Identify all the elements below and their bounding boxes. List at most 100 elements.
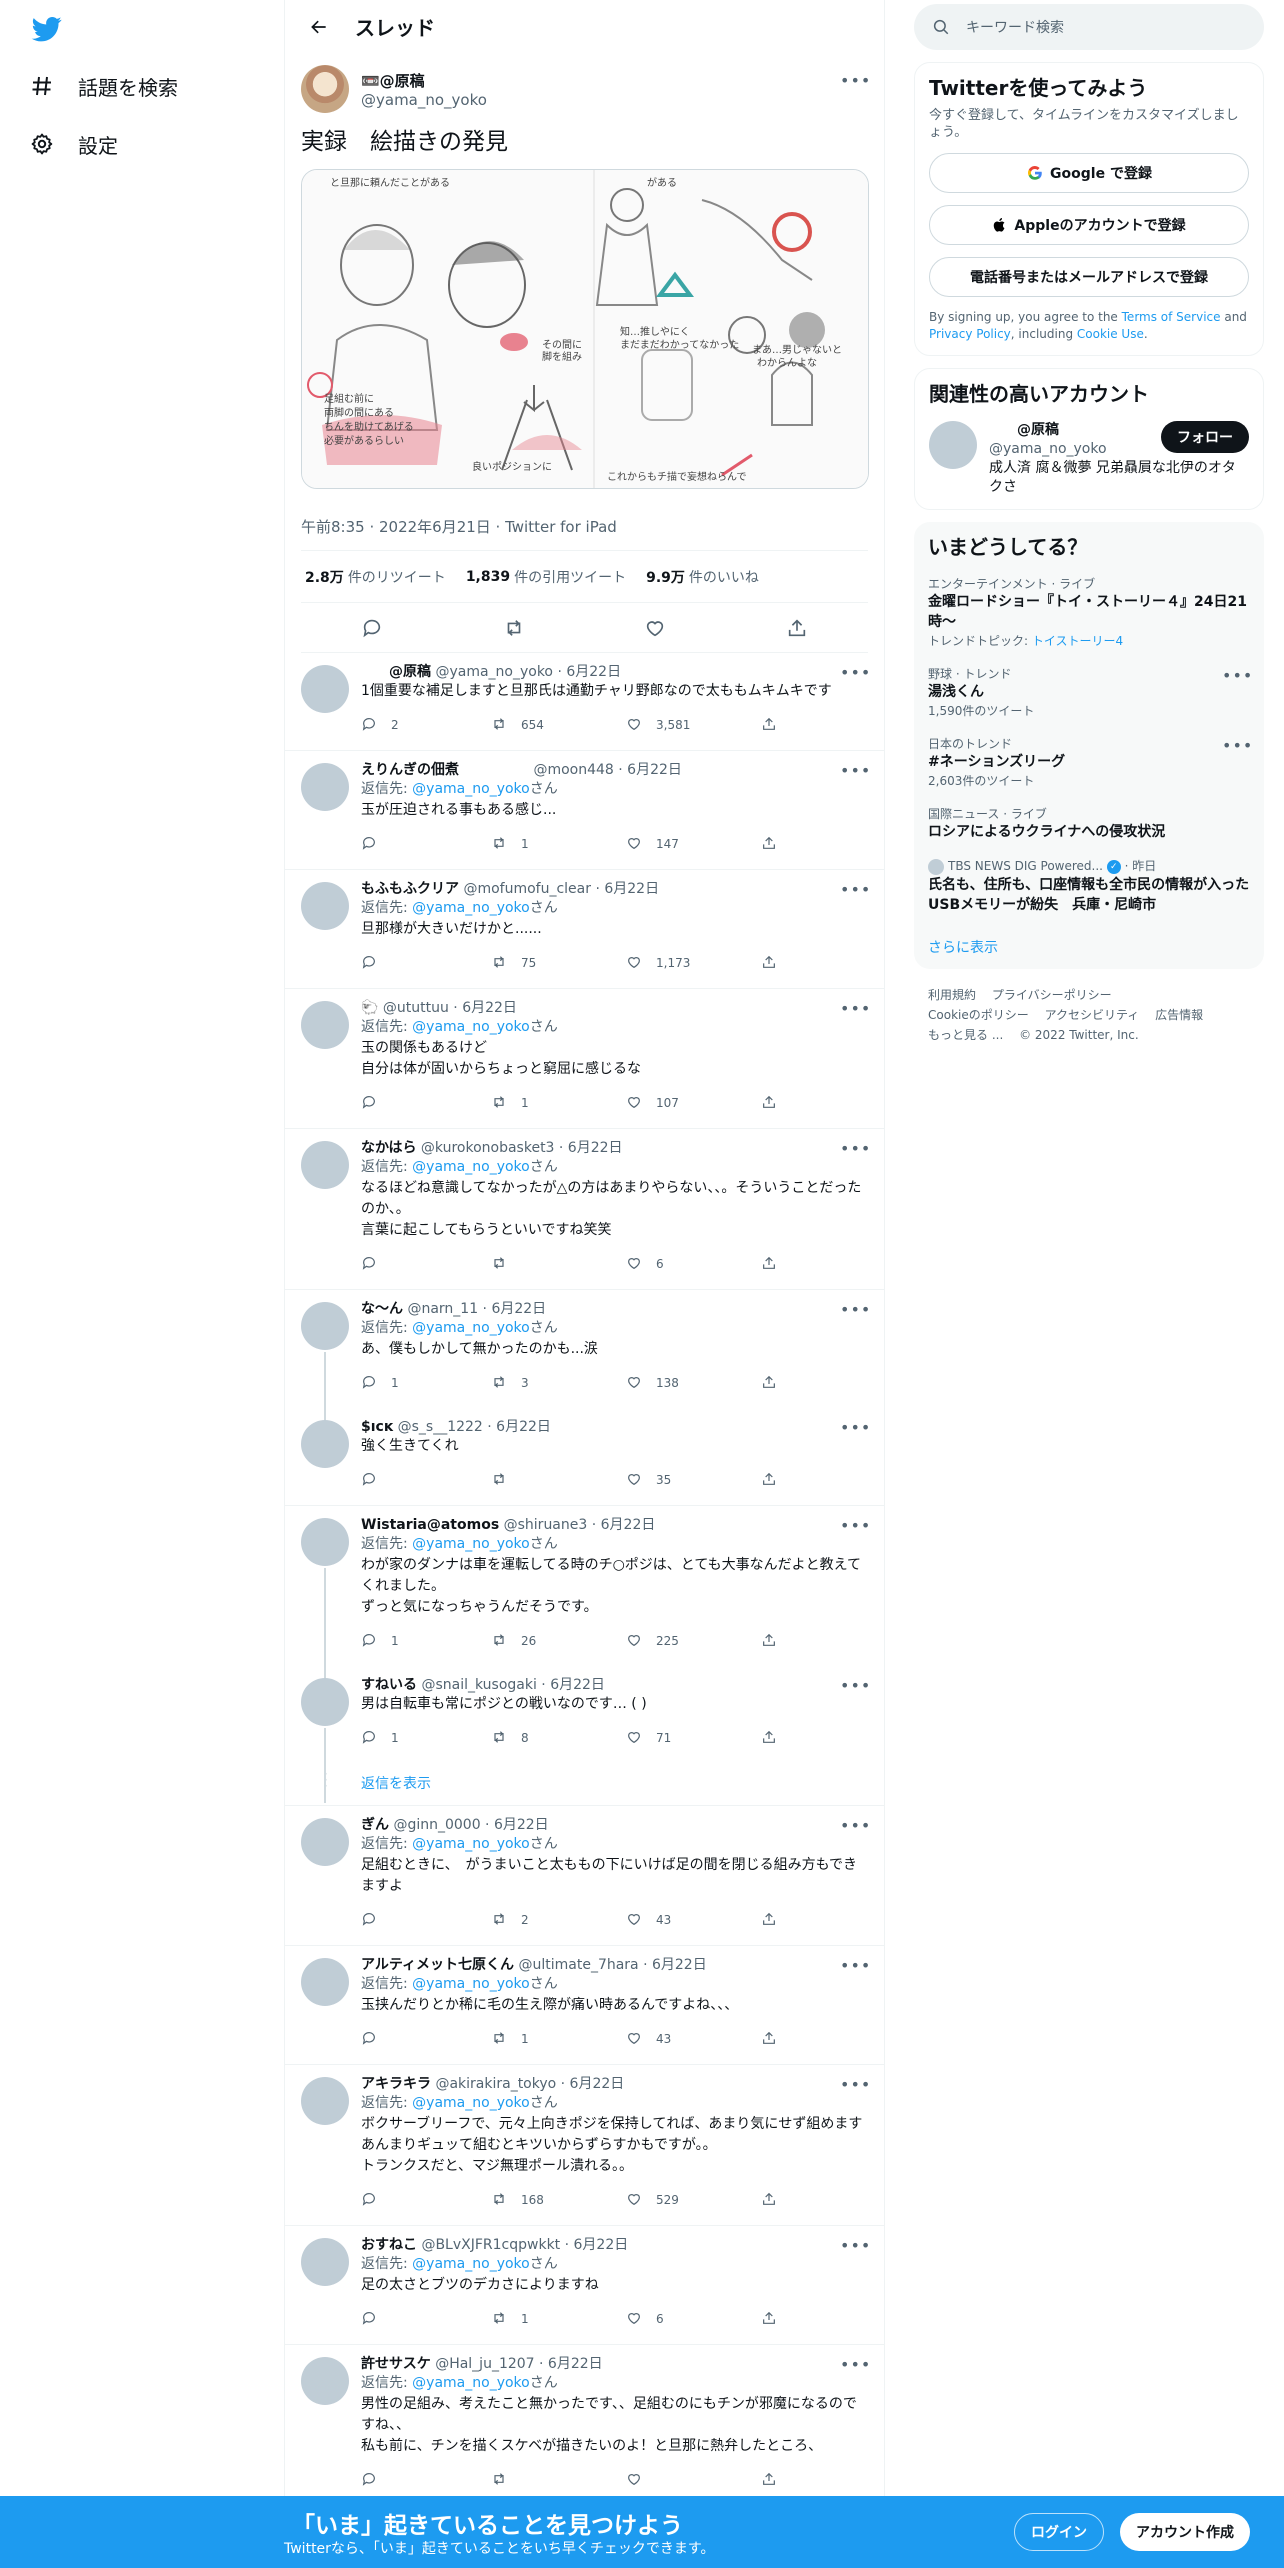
reply-button[interactable]: 1 xyxy=(361,1632,491,1651)
more-options-button[interactable]: ••• xyxy=(1222,736,1252,756)
terms-of-service-link[interactable]: Terms of Service xyxy=(1122,310,1221,324)
reply-author-handle[interactable]: @Hal_ju_1207 · 6月22日 xyxy=(435,2356,602,2372)
more-options-button[interactable]: ••• xyxy=(840,1139,870,1159)
reply-tweet[interactable]: ••• アキラキラ @akirakira_tokyo · 6月22日 返信先: @y… xyxy=(285,2065,884,2226)
twitter-logo-icon[interactable] xyxy=(30,14,64,44)
footer-link[interactable]: 利用規約 xyxy=(928,988,976,1002)
reply-button[interactable] xyxy=(361,2191,491,2210)
reply-button[interactable]: 2 xyxy=(361,716,491,735)
trend-item[interactable]: 野球 · トレンド 湯浅くん 1,590件のツイート ••• xyxy=(928,666,1252,720)
reply-author-name[interactable]: Wistaria@atomos xyxy=(361,1517,499,1533)
reply-author-handle[interactable]: @kurokonobasket3 · 6月22日 xyxy=(421,1140,623,1156)
more-options-button[interactable]: ••• xyxy=(840,1816,870,1836)
retweet-button[interactable]: 1 xyxy=(491,2030,626,2049)
trend-topic-link[interactable]: トイストーリー4 xyxy=(1032,634,1123,648)
reply-tweet[interactable]: ••• 許せサスケ @Hal_ju_1207 · 6月22日 返信先: @yama_… xyxy=(285,2345,884,2506)
nav-settings[interactable]: 設定 xyxy=(28,124,118,164)
retweet-button[interactable] xyxy=(491,1471,626,1490)
avatar[interactable] xyxy=(301,1958,349,2006)
reply-to-handle-link[interactable]: @yama_no_yoko xyxy=(412,781,530,797)
share-button[interactable] xyxy=(761,1374,791,1393)
reply-tweet[interactable]: ••• もふもふクリア @mofumofu_clear · 6月22日 返信先: @… xyxy=(285,870,884,989)
retweet-button[interactable]: 3 xyxy=(491,1374,626,1393)
like-button[interactable]: 107 xyxy=(626,1094,761,1113)
share-button[interactable] xyxy=(761,2310,791,2329)
reply-author-handle[interactable]: @mofumofu_clear · 6月22日 xyxy=(463,881,659,897)
reply-tweet[interactable]: ••• 🐑 @ututtuu · 6月22日 返信先: @yama_no_yokoさ… xyxy=(285,989,884,1129)
create-account-button[interactable]: アカウント作成 xyxy=(1120,2513,1250,2551)
like-button[interactable]: 71 xyxy=(626,1729,761,1748)
reply-to-handle-link[interactable]: @yama_no_yoko xyxy=(412,1976,530,1992)
share-button[interactable] xyxy=(761,1094,791,1113)
like-count[interactable]: 9.9万 xyxy=(646,567,685,587)
back-button[interactable] xyxy=(301,9,337,45)
avatar[interactable] xyxy=(301,882,349,930)
share-button[interactable] xyxy=(761,1632,791,1651)
more-options-button[interactable]: ••• xyxy=(840,1300,870,1320)
tweet-image[interactable]: と旦那に頼んだことがある がある 足組む前に 両脚の間にある ちんを助けてあげる… xyxy=(301,169,869,489)
show-replies-link[interactable]: · · · 返信を表示 xyxy=(285,1763,884,1806)
google-signup-button[interactable]: Google で登録 xyxy=(929,153,1249,193)
trend-item[interactable]: エンターテインメント · ライブ 金曜ロードショー『トイ・ストーリー４』24日21… xyxy=(928,576,1250,650)
recommended-account[interactable]: @原稿 @yama_no_yoko 成人済 腐＆微夢 兄弟贔屓な北伊のオタクさ … xyxy=(929,421,1249,497)
quote-count-label[interactable]: 件の引用ツイート xyxy=(514,567,626,587)
share-button[interactable] xyxy=(761,1471,791,1490)
reply-author-handle[interactable]: @snail_kusogaki · 6月22日 xyxy=(421,1677,604,1693)
like-button[interactable] xyxy=(626,2471,761,2490)
reply-to-handle-link[interactable]: @yama_no_yoko xyxy=(412,1019,530,1035)
search-input[interactable]: キーワード検索 xyxy=(914,4,1264,50)
reply-button[interactable] xyxy=(361,1094,491,1113)
retweet-button[interactable]: 1 xyxy=(491,835,626,854)
retweet-button[interactable]: 2 xyxy=(491,1911,626,1930)
avatar[interactable] xyxy=(301,2357,349,2405)
privacy-policy-link[interactable]: Privacy Policy xyxy=(929,327,1011,341)
reply-to-handle-link[interactable]: @yama_no_yoko xyxy=(412,1320,530,1336)
reply-author-name[interactable]: もふもふクリア xyxy=(361,881,459,897)
news-item[interactable]: TBS NEWS DIG Powered... ✓ · 昨日 氏名も、住所も、口… xyxy=(928,858,1250,915)
like-button[interactable]: 43 xyxy=(626,1911,761,1930)
author-display-name[interactable]: 📼@原稿 xyxy=(361,70,487,91)
retweet-button[interactable] xyxy=(491,1255,626,1274)
reply-author-name[interactable]: すねいる xyxy=(361,1677,417,1693)
more-options-button[interactable]: ••• xyxy=(840,2355,870,2375)
reply-to-handle-link[interactable]: @yama_no_yoko xyxy=(412,2375,530,2391)
share-button[interactable] xyxy=(761,954,791,973)
avatar[interactable] xyxy=(301,2077,349,2125)
reply-author-handle[interactable]: @narn_11 · 6月22日 xyxy=(407,1301,546,1317)
like-button[interactable]: 6 xyxy=(626,2310,761,2329)
reply-author-name[interactable]: 許せサスケ xyxy=(361,2356,431,2372)
retweet-button[interactable]: 654 xyxy=(491,716,626,735)
reply-tweet[interactable]: ••• $ıcĸ @s_s__1222 · 6月22日 強く生きてくれ 35 xyxy=(285,1408,884,1506)
more-options-button[interactable]: ••• xyxy=(840,71,870,91)
reply-author-handle[interactable]: @moon448 · 6月22日 xyxy=(463,762,681,778)
reply-tweet[interactable]: ••• えりんぎの佃煮 @moon448 · 6月22日 返信先: @yama_no… xyxy=(285,751,884,870)
more-options-button[interactable]: ••• xyxy=(840,1516,870,1536)
share-button[interactable] xyxy=(761,1729,791,1748)
reply-to-handle-link[interactable]: @yama_no_yoko xyxy=(412,1836,530,1852)
reply-author-handle[interactable]: @akirakira_tokyo · 6月22日 xyxy=(435,2076,624,2092)
phone-email-signup-button[interactable]: 電話番号またはメールアドレスで登録 xyxy=(929,257,1249,297)
reply-button[interactable]: 1 xyxy=(361,1729,491,1748)
more-options-button[interactable]: ••• xyxy=(840,999,870,1019)
reply-author-name[interactable]: $ıcĸ xyxy=(361,1419,393,1435)
share-button[interactable] xyxy=(761,1911,791,1930)
reply-tweet[interactable]: ••• おすねこ @BLvXJFR1cqpwkkt · 6月22日 返信先: @ya… xyxy=(285,2226,884,2345)
avatar[interactable] xyxy=(301,65,349,113)
reply-tweet[interactable]: ••• @原稿 @yama_no_yoko · 6月22日 1個重要な補足しますと… xyxy=(285,653,884,751)
reply-author-name[interactable]: ぎん xyxy=(361,1817,389,1833)
quote-count[interactable]: 1,839 xyxy=(466,569,510,585)
more-options-button[interactable]: ••• xyxy=(840,2236,870,2256)
reply-tweet[interactable]: ••• すねいる @snail_kusogaki · 6月22日 男は自転車も常にポ… xyxy=(285,1666,884,1803)
cookie-use-link[interactable]: Cookie Use xyxy=(1077,327,1144,341)
more-options-button[interactable]: ••• xyxy=(840,761,870,781)
like-button[interactable]: 35 xyxy=(626,1471,761,1490)
reply-author-name[interactable]: おすねこ xyxy=(361,2237,417,2253)
like-button[interactable]: 529 xyxy=(626,2191,761,2210)
avatar[interactable] xyxy=(301,1302,349,1350)
reply-author-name[interactable]: アキラキラ xyxy=(361,2076,431,2092)
retweet-button[interactable]: 8 xyxy=(491,1729,626,1748)
more-options-button[interactable]: ••• xyxy=(840,2075,870,2095)
reply-button[interactable] xyxy=(361,2310,491,2329)
reply-to-handle-link[interactable]: @yama_no_yoko xyxy=(412,2256,530,2272)
reply-button[interactable] xyxy=(361,2030,491,2049)
